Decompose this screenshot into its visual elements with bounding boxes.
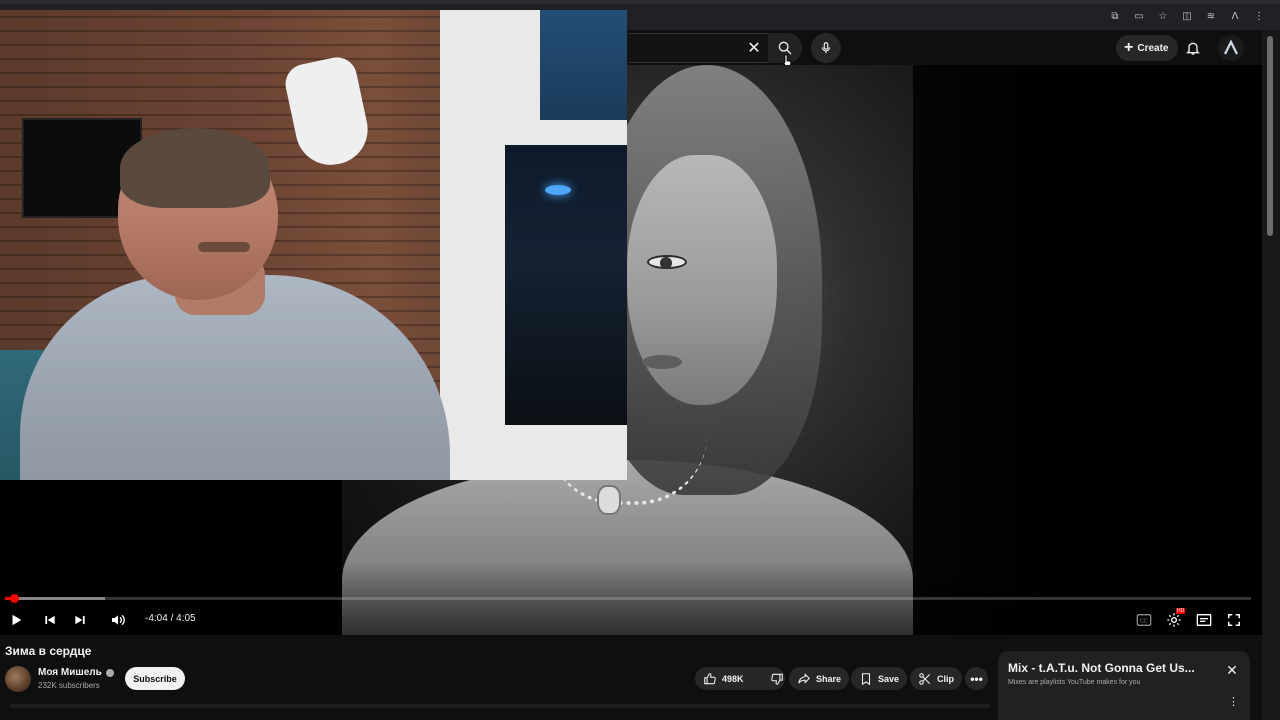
create-label: Create <box>1137 42 1169 54</box>
channel-avatar[interactable] <box>5 666 31 692</box>
previous-icon <box>45 615 55 625</box>
play-button[interactable] <box>4 608 28 632</box>
share-button[interactable]: Share <box>789 667 850 690</box>
page-scrollbar[interactable] <box>1262 30 1280 720</box>
play-icon <box>12 614 22 626</box>
share-icon <box>798 672 810 684</box>
next-button[interactable] <box>68 608 92 632</box>
video-figure-lips <box>642 355 682 369</box>
like-dislike-group: 498K <box>695 667 785 690</box>
avatar-logo-icon <box>1223 39 1239 55</box>
cast-icon[interactable]: ▭ <box>1132 9 1146 23</box>
scissors-icon <box>919 672 931 685</box>
browser-tab-strip <box>0 0 1280 4</box>
progress-bar[interactable] <box>5 594 1251 603</box>
like-count: 498K <box>722 673 744 684</box>
more-icon: ••• <box>970 671 983 686</box>
thumbs-up-icon <box>704 672 716 684</box>
volume-button[interactable] <box>106 608 130 632</box>
miniplayer-icon <box>1196 614 1212 626</box>
settings-button[interactable]: HD <box>1162 608 1186 632</box>
video-figure-pendant <box>597 485 621 515</box>
screen: ⧉ ▭ ☆ ◫ ≋ Ʌ ⋮ ✕ + Create -4:04 / 4:05 CC… <box>0 0 1280 720</box>
svg-text:CC: CC <box>1140 619 1148 625</box>
settings-icon <box>1167 613 1181 627</box>
miniplayer-button[interactable] <box>1192 608 1216 632</box>
create-button[interactable]: + Create <box>1116 35 1179 61</box>
account-avatar[interactable] <box>1218 35 1244 61</box>
translate-icon[interactable]: ≋ <box>1204 9 1218 23</box>
mix-subtitle: Mixes are playlists YouTube makes for yo… <box>1008 679 1141 686</box>
open-in-new-icon[interactable]: ⧉ <box>1108 9 1122 23</box>
browser-toolbar-icons: ⧉ ▭ ☆ ◫ ≋ Ʌ ⋮ <box>1108 9 1266 23</box>
subscribe-button[interactable]: Subscribe <box>125 667 185 690</box>
bookmark-icon <box>861 672 871 685</box>
voice-search-button[interactable] <box>811 33 841 63</box>
like-button[interactable]: 498K <box>695 667 752 690</box>
progress-scrubber[interactable] <box>9 594 19 603</box>
notifications-button[interactable] <box>1182 37 1204 59</box>
webcam-city-light <box>545 185 571 195</box>
extensions-icon[interactable]: ◫ <box>1180 9 1194 23</box>
channel-name[interactable]: Моя Мишель <box>38 667 102 678</box>
microphone-icon <box>821 42 831 54</box>
profile-icon[interactable]: Ʌ <box>1228 9 1242 23</box>
clip-button[interactable]: Clip <box>910 667 962 690</box>
fullscreen-button[interactable] <box>1222 608 1246 632</box>
close-icon[interactable]: ✕ <box>1224 663 1240 679</box>
kebab-menu-icon[interactable]: ⋮ <box>1228 695 1239 709</box>
volume-icon <box>112 614 125 626</box>
fullscreen-icon <box>1228 614 1240 626</box>
clip-label: Clip <box>937 673 954 684</box>
player-background <box>913 65 1262 635</box>
time-display: -4:04 / 4:05 <box>145 613 196 624</box>
thumbs-down-icon <box>770 673 783 685</box>
save-button[interactable]: Save <box>851 667 908 690</box>
mix-title[interactable]: Mix - t.A.T.u. Not Gonna Get Us... <box>1008 661 1195 675</box>
next-icon <box>75 615 85 625</box>
star-icon[interactable]: ☆ <box>1156 9 1170 23</box>
webcam-person-hair <box>120 128 270 208</box>
save-label: Save <box>878 673 900 684</box>
scrollbar-thumb[interactable] <box>1267 36 1273 236</box>
webcam-person-mustache <box>198 242 250 252</box>
channel-name-row[interactable]: Моя Мишель <box>38 667 114 678</box>
menu-icon[interactable]: ⋮ <box>1252 9 1266 23</box>
mix-playlist-card[interactable]: Mix - t.A.T.u. Not Gonna Get Us... Mixes… <box>998 651 1250 720</box>
captions-icon: CC <box>1136 614 1152 626</box>
verified-icon <box>105 668 114 677</box>
bell-icon <box>1186 42 1200 55</box>
video-figure-pupil <box>660 257 672 269</box>
video-title: Зима в сердце <box>5 644 92 658</box>
more-actions-button[interactable]: ••• <box>965 667 988 690</box>
progress-loaded <box>5 597 105 600</box>
hd-badge: HD <box>1176 608 1186 614</box>
webcam-overlay <box>0 10 627 480</box>
share-label: Share <box>816 673 842 684</box>
captions-button[interactable]: CC <box>1132 608 1156 632</box>
plus-icon: + <box>1124 39 1134 56</box>
description-edge <box>10 704 990 708</box>
dislike-button[interactable] <box>762 667 792 690</box>
previous-button[interactable] <box>38 608 62 632</box>
subscriber-count: 232K subscribers <box>38 681 100 690</box>
webcam-window-sky <box>540 10 627 120</box>
close-icon[interactable]: ✕ <box>744 38 764 58</box>
player-controls: -4:04 / 4:05 CC HD <box>0 605 1262 635</box>
